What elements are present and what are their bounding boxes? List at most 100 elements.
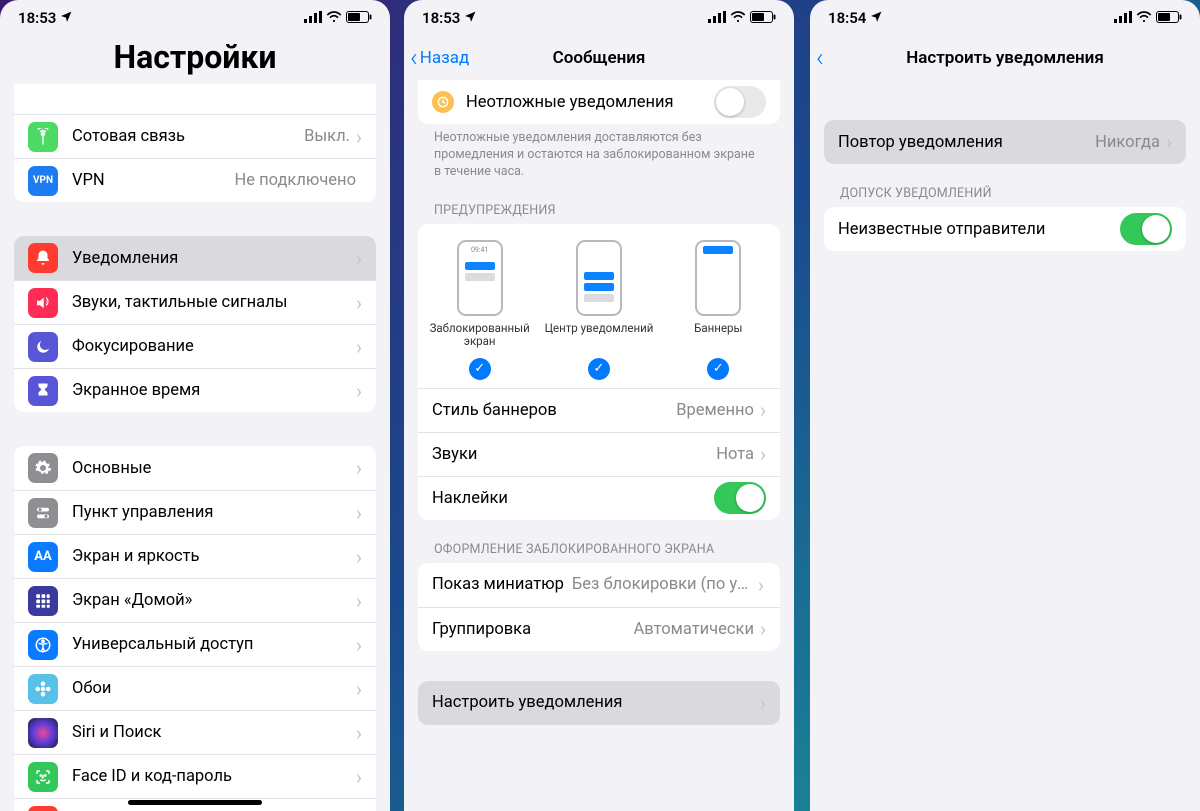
check-icon: ✓ — [707, 358, 729, 380]
row-show-previews[interactable]: Показ миниатюр Без блокировки (по ум… › — [418, 563, 780, 607]
row-banner-style[interactable]: Стиль баннеров Временно › — [418, 388, 780, 432]
group-lockscreen: Показ миниатюр Без блокировки (по ум… › … — [418, 563, 780, 651]
chevron-right-icon: › — [356, 633, 362, 657]
signal-icon — [304, 9, 322, 27]
signal-icon — [708, 9, 726, 27]
row-unknown-senders[interactable]: Неизвестные отправители — [824, 207, 1186, 251]
row-label: Экран «Домой» — [72, 591, 356, 610]
row-display[interactable]: AA Экран и яркость › — [14, 534, 376, 578]
status-bar: 18:54 — [810, 0, 1200, 36]
back-label: Назад — [420, 48, 470, 68]
location-icon — [464, 9, 477, 27]
check-icon: ✓ — [588, 358, 610, 380]
row-label: Экранное время — [72, 381, 356, 400]
vpn-icon: VPN — [28, 166, 58, 196]
row-urgent-notifications[interactable]: Неотложные уведомления — [418, 80, 780, 124]
row-label: Face ID и код-пароль — [72, 767, 356, 786]
alert-option-banner[interactable]: Баннеры ✓ — [659, 240, 777, 380]
chevron-right-icon: › — [760, 691, 766, 715]
row-label: Siri и Поиск — [72, 723, 356, 742]
row-repeat-notification[interactable]: Повтор уведомления Никогда › — [824, 120, 1186, 164]
row-general[interactable]: Основные › — [14, 446, 376, 490]
row-sounds[interactable]: Звуки, тактильные сигналы › — [14, 280, 376, 324]
row-sounds[interactable]: Звуки Нота › — [418, 432, 780, 476]
row-notifications[interactable]: Уведомления › — [14, 236, 376, 280]
chevron-right-icon: › — [356, 545, 362, 569]
wifi-icon — [730, 9, 746, 27]
row-label: Наклейки — [432, 489, 714, 508]
page-title: Настроить уведомления — [906, 48, 1104, 68]
urgent-footer: Неотложные уведомления доставляются без … — [404, 124, 794, 181]
battery-icon — [750, 9, 776, 27]
battery-icon — [346, 9, 372, 27]
lockscreen-header: ОФОРМЛЕНИЕ ЗАБЛОКИРОВАННОГО ЭКРАНА — [404, 520, 794, 563]
row-siri[interactable]: Siri и Поиск › — [14, 710, 376, 754]
row-value: Временно — [676, 401, 754, 420]
row-customize-notifications[interactable]: Настроить уведомления › — [418, 681, 780, 725]
grid-icon — [28, 586, 58, 616]
chevron-left-icon: ‹ — [410, 45, 418, 71]
group-repeat: Повтор уведомления Никогда › — [824, 120, 1186, 164]
row-value: Выкл. — [304, 127, 350, 146]
toggle-badges[interactable] — [714, 482, 766, 514]
row-accessibility[interactable]: Универсальный доступ › — [14, 622, 376, 666]
row-vpn[interactable]: VPN VPN Не подключено — [14, 158, 376, 202]
clock-icon — [432, 91, 454, 113]
screen-customize-notifications: 18:54 ‹ Настроить уведомления Повтор уве… — [810, 0, 1200, 811]
chevron-right-icon: › — [760, 442, 766, 466]
row-label: Показ миниатюр — [432, 575, 564, 594]
screen-messages-notifications: 18:53 ‹ Назад Сообщения Неотложные уведо… — [404, 0, 794, 811]
row-label: Настроить уведомления — [432, 693, 760, 712]
row-grouping[interactable]: Группировка Автоматически › — [418, 607, 780, 651]
group-alerts: Уведомления › Звуки, тактильные сигналы … — [14, 236, 376, 412]
chevron-right-icon: › — [356, 125, 362, 149]
nav-bar: ‹ Назад Сообщения — [404, 36, 794, 80]
gear-icon — [28, 453, 58, 483]
row-partial-top[interactable] — [14, 84, 376, 114]
hourglass-icon — [28, 376, 58, 406]
alert-option-lockscreen[interactable]: 09:41 Заблокированный экран ✓ — [421, 240, 539, 380]
group-customize: Настроить уведомления › — [418, 681, 780, 725]
alert-label: Центр уведомлений — [545, 322, 654, 350]
battery-icon — [1156, 9, 1182, 27]
chevron-right-icon: › — [356, 246, 362, 270]
chevron-right-icon: › — [356, 721, 362, 745]
chevron-right-icon: › — [356, 501, 362, 525]
row-label: Стиль баннеров — [432, 401, 676, 420]
group-network: Сотовая связь Выкл. › VPN VPN Не подключ… — [14, 84, 376, 202]
row-screentime[interactable]: Экранное время › — [14, 368, 376, 412]
home-indicator[interactable] — [128, 800, 262, 805]
signal-icon — [1114, 9, 1132, 27]
row-focus[interactable]: Фокусирование › — [14, 324, 376, 368]
allow-header: ДОПУСК УВЕДОМЛЕНИЙ — [810, 164, 1200, 207]
row-wallpaper[interactable]: Обои › — [14, 666, 376, 710]
moon-icon — [28, 332, 58, 362]
row-value: Нота — [716, 445, 754, 464]
row-label: Неизвестные отправители — [838, 220, 1120, 239]
chevron-right-icon: › — [1166, 130, 1172, 154]
row-homescreen[interactable]: Экран «Домой» › — [14, 578, 376, 622]
mock-time: 09:41 — [459, 246, 501, 254]
row-controlcenter[interactable]: Пункт управления › — [14, 490, 376, 534]
toggle-urgent[interactable] — [714, 86, 766, 118]
antenna-icon — [28, 122, 58, 152]
toggle-unknown-senders[interactable] — [1120, 213, 1172, 245]
chevron-right-icon: › — [356, 335, 362, 359]
status-bar: 18:53 — [404, 0, 794, 36]
row-label: Универсальный доступ — [72, 635, 356, 654]
check-icon: ✓ — [469, 358, 491, 380]
row-label: Сотовая связь — [72, 127, 304, 146]
row-faceid[interactable]: Face ID и код-пароль › — [14, 754, 376, 798]
group-general: Основные › Пункт управления › AA Экран и… — [14, 446, 376, 811]
back-button[interactable]: ‹ — [816, 45, 826, 71]
alert-option-center[interactable]: Центр уведомлений ✓ — [540, 240, 658, 380]
row-value: Никогда — [1095, 133, 1160, 152]
page-title: Сообщения — [553, 48, 646, 68]
back-button[interactable]: ‹ Назад — [410, 45, 469, 71]
alert-label: Баннеры — [694, 322, 742, 350]
row-label: Звуки — [432, 445, 716, 464]
chevron-left-icon: ‹ — [816, 45, 824, 71]
row-cellular[interactable]: Сотовая связь Выкл. › — [14, 114, 376, 158]
row-badges[interactable]: Наклейки — [418, 476, 780, 520]
accessibility-icon — [28, 630, 58, 660]
